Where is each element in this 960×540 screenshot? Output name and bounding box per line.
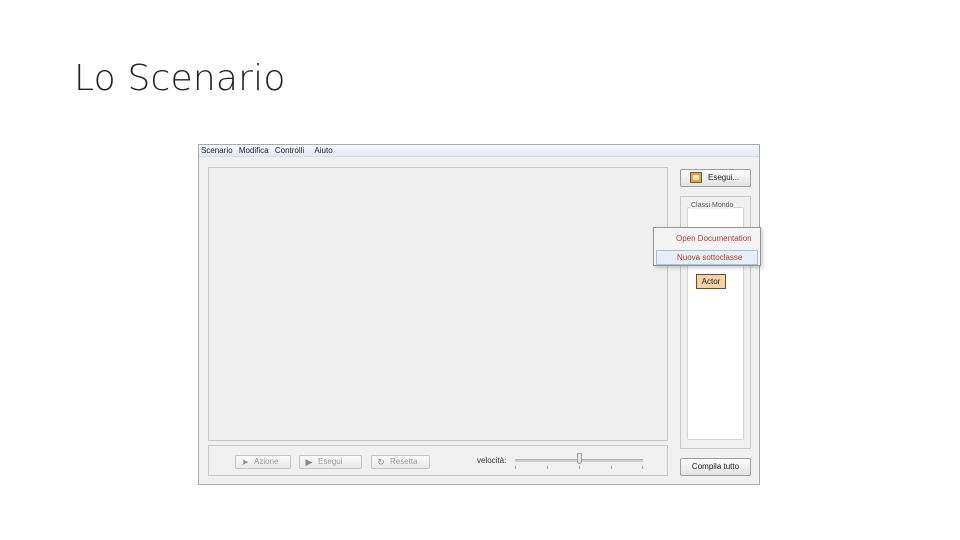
run-label: Esegui [318,457,343,466]
slider-thumb[interactable] [577,453,582,464]
action-label: Azione [254,457,279,466]
slider-tick [579,466,580,469]
reset-button[interactable]: ↻ Resetta [371,455,430,469]
slide-title: Lo Scenario [74,58,286,99]
slider-tick [547,466,548,469]
action-button[interactable]: ➤ Azione [235,455,291,469]
slider-tick [611,466,612,469]
execute-label: Esegui... [708,173,740,182]
slider-tick [642,466,643,469]
menu-new-subclass[interactable]: Nuova sottoclasse [656,250,758,265]
menu-aiuto[interactable]: Aiuto [312,145,334,157]
menubar: Scenario Modifica Controlli Aiuto [199,145,759,157]
controls-panel: ➤ Azione ▶ Esegui ↻ Resetta velocità: [208,445,668,476]
speed-label: velocità: [477,456,507,465]
classes-title: Classi Mondo [690,202,735,209]
menu-modifica[interactable]: Modifica [237,145,271,157]
greenfoot-window: Scenario Modifica Controlli Aiuto ➤ Azio… [198,144,760,485]
reset-icon: ↻ [377,457,385,467]
class-context-menu: Open Documentation Nuova sottoclasse [653,227,761,266]
slider-tick [515,466,516,469]
play-icon: ▶ [305,457,313,467]
execute-button[interactable]: Esegui... [680,169,751,187]
run-button[interactable]: ▶ Esegui [299,455,362,469]
reset-label: Resetta [390,457,418,466]
easel-icon [690,172,702,183]
menu-open-documentation[interactable]: Open Documentation [656,231,758,246]
menu-controlli[interactable]: Controlli [273,145,306,157]
world-canvas[interactable] [208,167,668,441]
menu-scenario[interactable]: Scenario [199,145,235,157]
compile-all-button[interactable]: Compila tutto [680,458,751,476]
class-actor[interactable]: Actor [696,274,726,289]
speed-slider[interactable] [515,452,643,470]
step-icon: ➤ [241,457,249,467]
